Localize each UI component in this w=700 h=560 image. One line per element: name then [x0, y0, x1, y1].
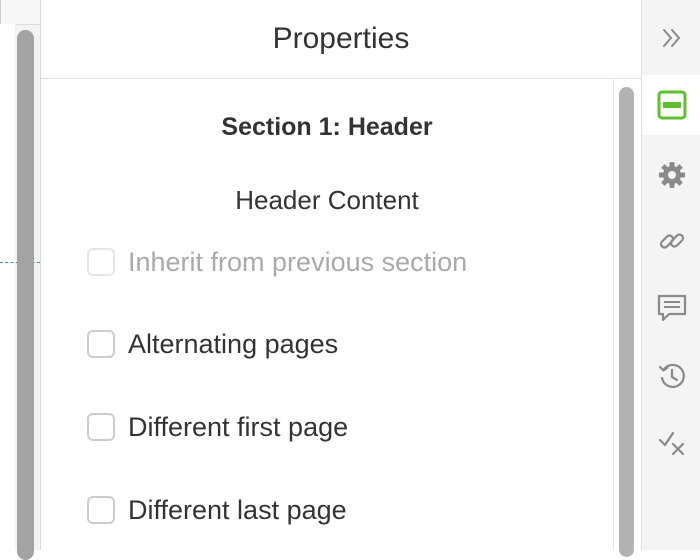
header-footer-button[interactable] — [642, 75, 700, 135]
inherit-previous-label: Inherit from previous section — [128, 246, 468, 277]
ruler — [0, 0, 40, 25]
alternating-pages-label[interactable]: Alternating pages — [128, 329, 338, 360]
different-first-page-checkbox[interactable] — [87, 413, 115, 441]
hyperlink-button[interactable] — [642, 211, 700, 271]
ruler-tick — [0, 0, 1, 24]
inherit-previous-option: Inherit from previous section — [87, 242, 467, 282]
panel-scrollbar[interactable] — [619, 87, 634, 557]
header-footer-icon — [657, 90, 686, 120]
link-icon — [659, 233, 684, 249]
double-chevron-right-icon — [662, 29, 680, 47]
document-canvas[interactable] — [0, 0, 41, 560]
different-first-page-option[interactable]: Different first page — [87, 407, 348, 447]
document-page-edge — [0, 24, 15, 550]
document-scrollbar[interactable] — [17, 30, 34, 560]
panel-title: Properties — [41, 0, 641, 79]
subsection-title: Header Content — [235, 185, 419, 215]
different-first-page-label[interactable]: Different first page — [128, 412, 348, 443]
section-title: Section 1: Header — [221, 113, 433, 141]
right-sidebar-rail — [641, 0, 700, 550]
settings-button[interactable] — [642, 145, 700, 205]
inherit-previous-checkbox — [87, 248, 115, 276]
properties-panel: Properties Section 1: Header Header Cont… — [41, 0, 641, 557]
alternating-pages-checkbox[interactable] — [87, 330, 115, 358]
review-changes-button[interactable] — [642, 412, 700, 472]
different-last-page-checkbox[interactable] — [87, 496, 115, 524]
collapse-panel-button[interactable] — [642, 8, 700, 68]
panel-body: Section 1: Header Header Content Inherit… — [41, 79, 614, 550]
alternating-pages-option[interactable]: Alternating pages — [87, 324, 338, 364]
history-icon — [658, 363, 685, 388]
gear-icon — [658, 162, 685, 188]
comment-icon — [657, 294, 686, 322]
version-history-button[interactable] — [642, 346, 700, 406]
comments-button[interactable] — [642, 278, 700, 338]
different-last-page-option[interactable]: Different last page — [87, 490, 347, 530]
different-last-page-label[interactable]: Different last page — [128, 495, 347, 526]
check-x-icon — [658, 431, 684, 456]
